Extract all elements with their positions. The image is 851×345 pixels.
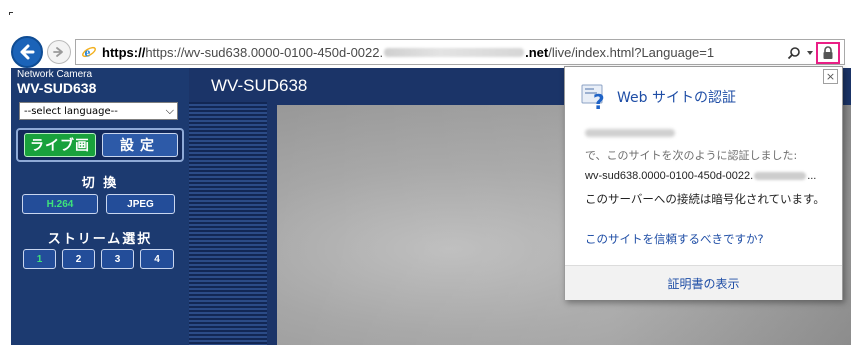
stream-3-button[interactable]: 3: [101, 249, 134, 269]
dropdown-button[interactable]: [806, 43, 814, 63]
decorative-stripes: [189, 102, 267, 345]
popup-header: ? Web サイトの認証: [581, 84, 736, 110]
host-redacted: [754, 172, 807, 180]
host-prefix: wv-sud638.0000-0100-450d-0022.: [585, 170, 754, 182]
lock-icon: [823, 46, 833, 59]
url-host: https://wv-sud638.0000-0100-450d-0022.: [145, 44, 384, 60]
popup-footer: 証明書の表示: [565, 265, 842, 300]
host-suffix: ...: [807, 170, 817, 182]
forward-button[interactable]: [47, 40, 71, 64]
svg-text:e: e: [85, 45, 91, 60]
codec-jpeg-button[interactable]: JPEG: [106, 194, 175, 214]
mode-toggle: ライブ画 設定: [16, 128, 184, 162]
camera-type-label: Network Camera: [17, 69, 93, 80]
url-domain-end: .net: [525, 44, 549, 60]
svg-text:?: ?: [593, 90, 605, 110]
url-redacted: [384, 47, 525, 57]
stream-4-button[interactable]: 4: [140, 249, 174, 269]
view-certificate-link[interactable]: 証明書の表示: [667, 275, 739, 292]
back-button[interactable]: [11, 36, 43, 68]
ie-logo-icon: e: [82, 45, 96, 60]
forward-arrow-icon: [53, 47, 63, 57]
search-button[interactable]: [784, 43, 804, 63]
language-select[interactable]: --select language-- ⌵: [19, 102, 178, 120]
back-arrow-icon: [20, 44, 35, 60]
trust-site-link[interactable]: このサイトを信頼するべきですか?: [585, 231, 764, 247]
lock-button[interactable]: [816, 42, 840, 64]
close-icon[interactable]: ×: [823, 69, 838, 84]
certificate-popup: × ? Web サイトの認証 で、このサイトを次のように認証しました: wv-s…: [564, 66, 843, 300]
popup-title: Web サイトの認証: [617, 90, 736, 106]
language-select-value: --select language--: [24, 105, 118, 117]
camera-model-label: WV-SUD638: [17, 80, 97, 96]
search-icon: [787, 47, 800, 60]
stream-1-button[interactable]: 1: [23, 249, 56, 269]
camera-title: WV-SUD638: [211, 76, 308, 95]
window-corner-mark: [9, 12, 13, 15]
encryption-text: このサーバーへの接続は暗号化されています。: [585, 192, 825, 206]
redacted-issuer: [585, 129, 675, 137]
address-bar[interactable]: e https://https://wv-sud638.0000-0100-45…: [75, 39, 845, 65]
setup-button[interactable]: 設定: [102, 133, 178, 157]
host-name: wv-sud638.0000-0100-450d-0022....: [585, 170, 816, 182]
camera-header: Network Camera WV-SUD638: [17, 69, 97, 96]
control-panel: Network Camera WV-SUD638 --select langua…: [11, 68, 189, 345]
address-tools: [784, 42, 840, 64]
stream-2-button[interactable]: 2: [62, 249, 95, 269]
url-path: /live/index.html?Language=1: [548, 44, 715, 60]
live-view-button[interactable]: ライブ画: [24, 133, 96, 157]
switch-label: 切 換: [81, 176, 119, 191]
dropdown-arrow-icon: [807, 51, 813, 55]
verified-text: で、このサイトを次のように認証しました:: [585, 149, 798, 162]
url-text: https://https://wv-sud638.0000-0100-450d…: [102, 45, 714, 60]
certificate-icon: ?: [581, 84, 605, 110]
chevron-down-icon: ⌵: [165, 104, 174, 117]
stream-select-label: ストリーム選択: [47, 232, 153, 247]
browser-chrome: [0, 0, 851, 36]
url-scheme: https://: [102, 44, 146, 60]
codec-h264-button[interactable]: H.264: [22, 194, 98, 214]
